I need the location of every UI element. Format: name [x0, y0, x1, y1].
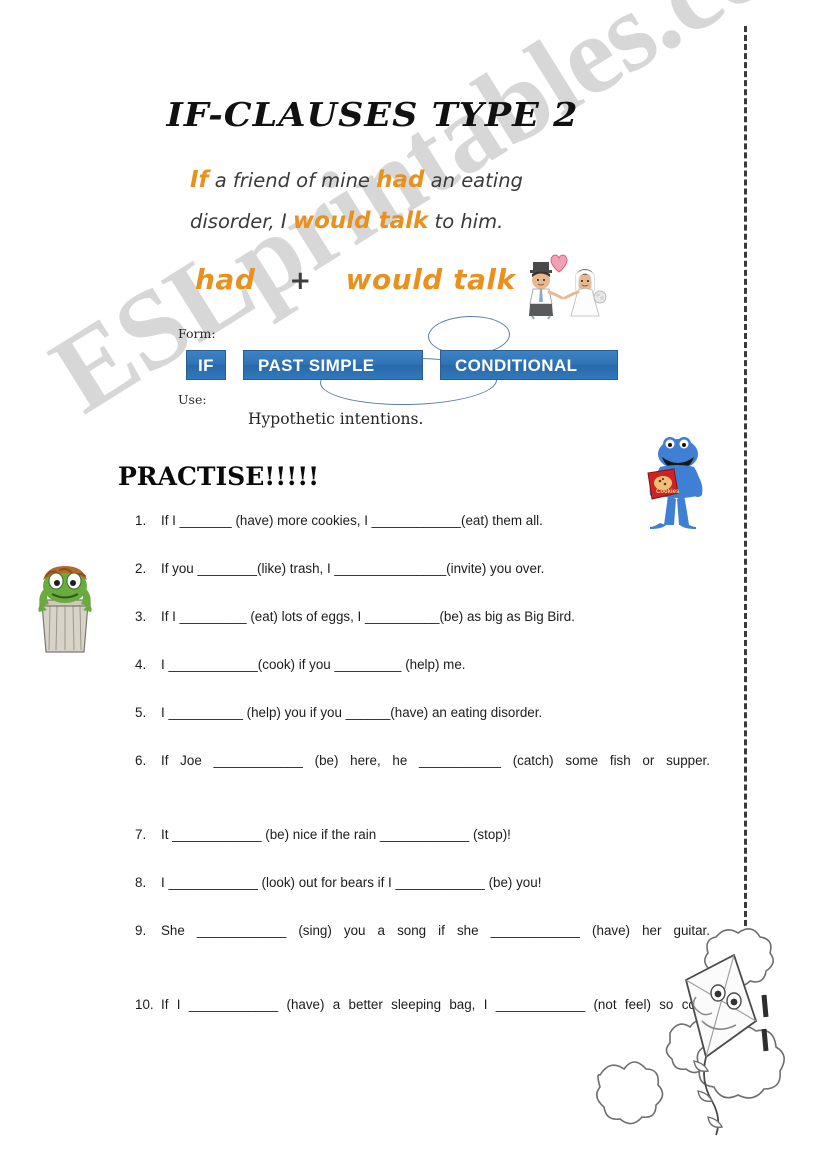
example-text-c: disorder, I [190, 210, 293, 233]
example-text-d: to him. [428, 210, 504, 233]
exercise-number: 1. [135, 513, 147, 528]
example-line-1: If a friend of mine had an eating [190, 160, 620, 201]
exercise-number: 3. [135, 609, 147, 624]
example-would-talk-keyword: would talk [292, 208, 429, 234]
formula-plus-operator: + [289, 266, 312, 296]
example-sentence: If a friend of mine had an eating disord… [190, 160, 620, 407]
exercise-text[interactable]: If Joe ____________ (be) here, he ______… [161, 748, 710, 800]
exercise-item: 8. I ____________ (look) out for bears i… [135, 870, 710, 896]
exercise-item: 2. If you ________(like) trash, I ______… [135, 556, 710, 582]
example-if-keyword: If [190, 167, 209, 193]
example-had-keyword: had [376, 167, 425, 193]
form-box-if: IF [186, 350, 226, 380]
use-description: Hypothetic intentions. [248, 410, 424, 428]
kite-with-clouds-clipart-icon [596, 928, 785, 1136]
exercise-text[interactable]: I ____________ (look) out for bears if I… [161, 870, 710, 896]
exercise-item: 7. It ____________ (be) nice if the rain… [135, 822, 710, 848]
exercise-item: 4. I ____________(cook) if you _________… [135, 652, 710, 678]
worksheet-page: ESLprintables.com IF-CLAUSES TYPE 2 If a… [0, 0, 821, 1169]
exercise-number: 5. [135, 705, 147, 720]
exercise-text[interactable]: If I _________ (eat) lots of eggs, I ___… [161, 604, 710, 630]
example-text-a: a friend of mine [208, 169, 377, 192]
form-box-past-simple: PAST SIMPLE [243, 350, 423, 380]
exercise-text[interactable]: It ____________ (be) nice if the rain __… [161, 822, 710, 848]
exercise-number: 4. [135, 657, 147, 672]
exercise-text[interactable]: I __________ (help) you if you ______(ha… [161, 700, 710, 726]
exercise-text[interactable]: If you ________(like) trash, I _________… [161, 556, 710, 582]
exercise-number: 10. [135, 997, 154, 1012]
exercise-item: 5. I __________ (help) you if you ______… [135, 700, 710, 726]
exercise-text[interactable]: If I _______ (have) more cookies, I ____… [161, 508, 710, 534]
formula-right-term: would talk [345, 263, 516, 296]
exercise-item: 3. If I _________ (eat) lots of eggs, I … [135, 604, 710, 630]
exercise-number: 6. [135, 753, 147, 768]
use-label: Use: [178, 392, 207, 407]
exercise-number: 8. [135, 875, 147, 890]
oscar-grouch-clipart-icon [38, 566, 92, 653]
exercise-item: 1. If I _______ (have) more cookies, I _… [135, 508, 710, 534]
formula-row: had + would talk [195, 263, 516, 296]
exercise-number: 2. [135, 561, 147, 576]
practise-heading: PRACTISE!!!!! [118, 462, 320, 491]
exercise-number: 7. [135, 827, 147, 842]
svg-text:Cookies: Cookies [656, 489, 680, 495]
exercise-text[interactable]: I ____________(cook) if you _________ (h… [161, 652, 710, 678]
page-title: IF-CLAUSES TYPE 2 [166, 95, 579, 134]
dashed-divider-line [744, 26, 747, 926]
example-line-2: disorder, I would talk to him. [190, 201, 620, 242]
exercise-item: 6. If Joe ____________ (be) here, he ___… [135, 748, 710, 800]
exercise-number: 9. [135, 923, 147, 938]
form-label: Form: [178, 326, 216, 341]
wedding-couple-clipart-icon [529, 254, 607, 320]
example-text-b: an eating [424, 169, 523, 192]
formula-left-term: had [195, 263, 256, 296]
form-box-conditional: CONDITIONAL [440, 350, 618, 380]
